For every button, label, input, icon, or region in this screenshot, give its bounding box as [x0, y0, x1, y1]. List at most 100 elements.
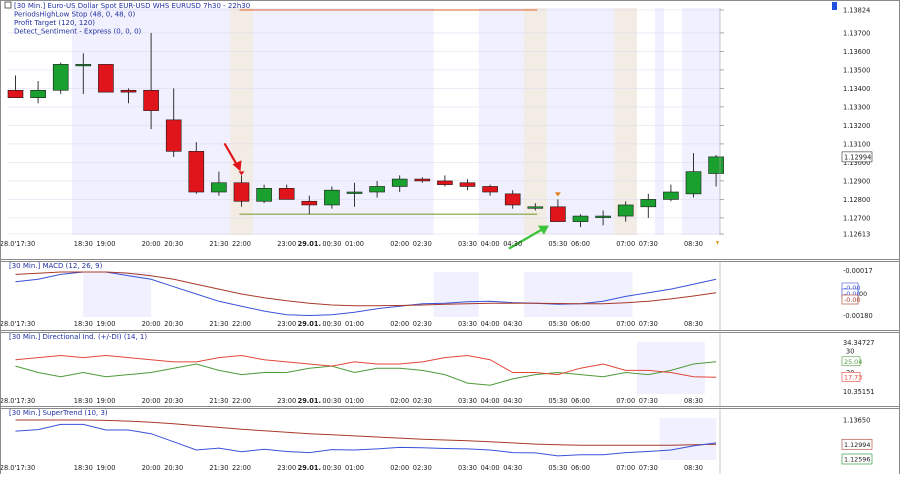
price-axis-label-9: 1.12900	[843, 177, 870, 185]
price-axis-label-1: 1.13700	[843, 29, 870, 37]
macd-tag-suffix: 00	[859, 290, 867, 298]
macd-time-label-10: 01:00	[345, 320, 364, 328]
chart-canvas[interactable]: 1.13824 1.13700 1.13600 1.13500 1.13400 1.133…	[0, 0, 900, 474]
candle-body-29	[663, 191, 679, 200]
macd-title: [30 Min.] MACD (12, 26, 9)	[9, 262, 103, 270]
price-axis-label-4: 1.13400	[843, 85, 870, 93]
indicator-label-sentiment: Detect_Sentiment - Express (0, 0, 0)	[14, 28, 142, 36]
st-time-label-4: 20:30	[164, 464, 183, 472]
dmi-time-label-15: 04:30	[503, 397, 522, 405]
st-time-label-12: 02:30	[413, 464, 432, 472]
macd-time-label-20: 08:30	[684, 320, 703, 328]
dmi-time-label-20: 08:30	[684, 397, 703, 405]
supertrend-tag-0: 1.12994	[844, 441, 870, 449]
candle-body-19	[437, 180, 453, 185]
st-time-label-8: 29.01.	[298, 464, 321, 472]
trading-chart-window: 1.13824 1.13700 1.13600 1.13500 1.13400 1.133…	[0, 0, 900, 474]
macd-time-label-16: 05:30	[548, 320, 567, 328]
dmi-time-label-12: 02:30	[413, 397, 432, 405]
macd-time-label-18: 07:00	[616, 320, 635, 328]
st-time-label-5: 21:30	[209, 464, 228, 472]
candle-body-2	[52, 64, 69, 91]
macd-time-label-3: 20:00	[142, 320, 161, 328]
candle-body-14	[324, 189, 340, 206]
macd-band-1	[433, 272, 479, 317]
price-axis-label-10: 1.12800	[843, 196, 870, 204]
price-axis-label-6: 1.13200	[843, 122, 870, 130]
macd-time-label-13: 03:30	[458, 320, 477, 328]
price-band-6	[664, 8, 683, 235]
price-time-label-13: 03:30	[458, 240, 477, 248]
dmi-session-bands	[637, 342, 705, 394]
price-time-label-6: 22:00	[232, 240, 251, 248]
price-band-0	[8, 8, 72, 235]
dmi-time-label-6: 22:00	[232, 397, 251, 405]
price-title: [30 Min.] Euro-US Dollar Spot EUR-USD WH…	[14, 2, 250, 10]
candle-body-31	[708, 156, 724, 174]
macd-time-label-9: 00:30	[322, 320, 341, 328]
dmi-time-label-16: 05:30	[548, 397, 567, 405]
candle-body-30	[685, 171, 702, 195]
macd-band-0	[83, 272, 152, 317]
macd-time-label-8: 29.01.	[298, 320, 321, 328]
candle-body-20	[459, 182, 476, 187]
indicator-label-target: Profit Target (120, 120)	[14, 19, 95, 27]
dmi-tag-0: 25.04	[844, 358, 862, 366]
st-time-label-13: 03:30	[458, 464, 477, 472]
price-tag: 1.12994	[844, 153, 871, 161]
st-time-label-0: 28.0'17:30	[0, 464, 35, 472]
candle-body-13	[301, 200, 318, 206]
st-time-label-10: 01:00	[345, 464, 364, 472]
price-axis-label-12: 1.12613	[843, 231, 870, 239]
st-time-label-1: 18:30	[74, 464, 93, 472]
price-axis-label-5: 1.13300	[843, 103, 870, 111]
price-time-label-14: 04:00	[481, 240, 500, 248]
macd-time-label-12: 02:30	[413, 320, 432, 328]
price-axis-label-3: 1.13500	[843, 66, 870, 74]
st-time-label-3: 20:00	[142, 464, 161, 472]
st-time-label-19: 07:30	[639, 464, 658, 472]
st-time-label-9: 00:30	[322, 464, 341, 472]
st-time-label-20: 08:30	[684, 464, 703, 472]
scroll-marker-icon[interactable]	[832, 2, 837, 10]
st-band-0	[659, 418, 717, 460]
price-time-label-17: 06:00	[571, 240, 590, 248]
candle-body-17	[391, 178, 408, 187]
macd-axis-label-top: -0.00017	[843, 267, 873, 275]
dmi-time-label-2: 19:00	[96, 397, 115, 405]
macd-time-label-2: 19:00	[96, 320, 115, 328]
dmi-axis-label-3: 10.35151	[843, 388, 874, 396]
price-plot-area[interactable]	[8, 8, 720, 235]
price-band-4	[614, 8, 637, 235]
supertrend-title: [30 Min.] SuperTrend (10, 3)	[9, 409, 108, 417]
candle-body-9	[211, 182, 227, 193]
price-time-label-8: 29.01.	[298, 240, 321, 248]
price-time-label-2: 19:00	[96, 240, 115, 248]
candle-body-12	[278, 188, 295, 200]
dmi-time-label-10: 01:00	[345, 397, 364, 405]
price-time-label-11: 02:00	[390, 240, 409, 248]
price-time-label-20: 08:30	[684, 240, 703, 248]
price-time-label-7: 23:00	[277, 240, 296, 248]
dmi-title: [30 Min.] Directional Ind. (+/-DI) (14, …	[9, 333, 147, 341]
price-time-label-4: 20:30	[164, 240, 183, 248]
candle-body-7	[165, 119, 182, 152]
candle-body-8	[188, 151, 205, 193]
st-time-label-6: 22:00	[232, 464, 251, 472]
candle-body-15	[346, 191, 363, 194]
candle-body-18	[414, 178, 431, 182]
st-time-label-7: 23:00	[277, 464, 296, 472]
dmi-band-0	[637, 342, 705, 394]
supertrend-session-bands	[659, 418, 717, 460]
price-band-3	[524, 8, 547, 235]
dmi-plot-area[interactable]	[8, 342, 720, 394]
macd-time-label-0: 28.0'17:30	[0, 320, 35, 328]
price-axis-label-0: 1.13824	[843, 7, 870, 15]
candle-body-5	[120, 89, 137, 93]
dmi-time-label-17: 06:00	[571, 397, 590, 405]
price-time-label-16: 05:30	[548, 240, 567, 248]
price-axis-label-11: 1.12700	[843, 214, 870, 222]
st-time-label-2: 19:00	[96, 464, 115, 472]
candle-body-28	[640, 199, 657, 208]
macd-time-label-19: 07:30	[639, 320, 658, 328]
